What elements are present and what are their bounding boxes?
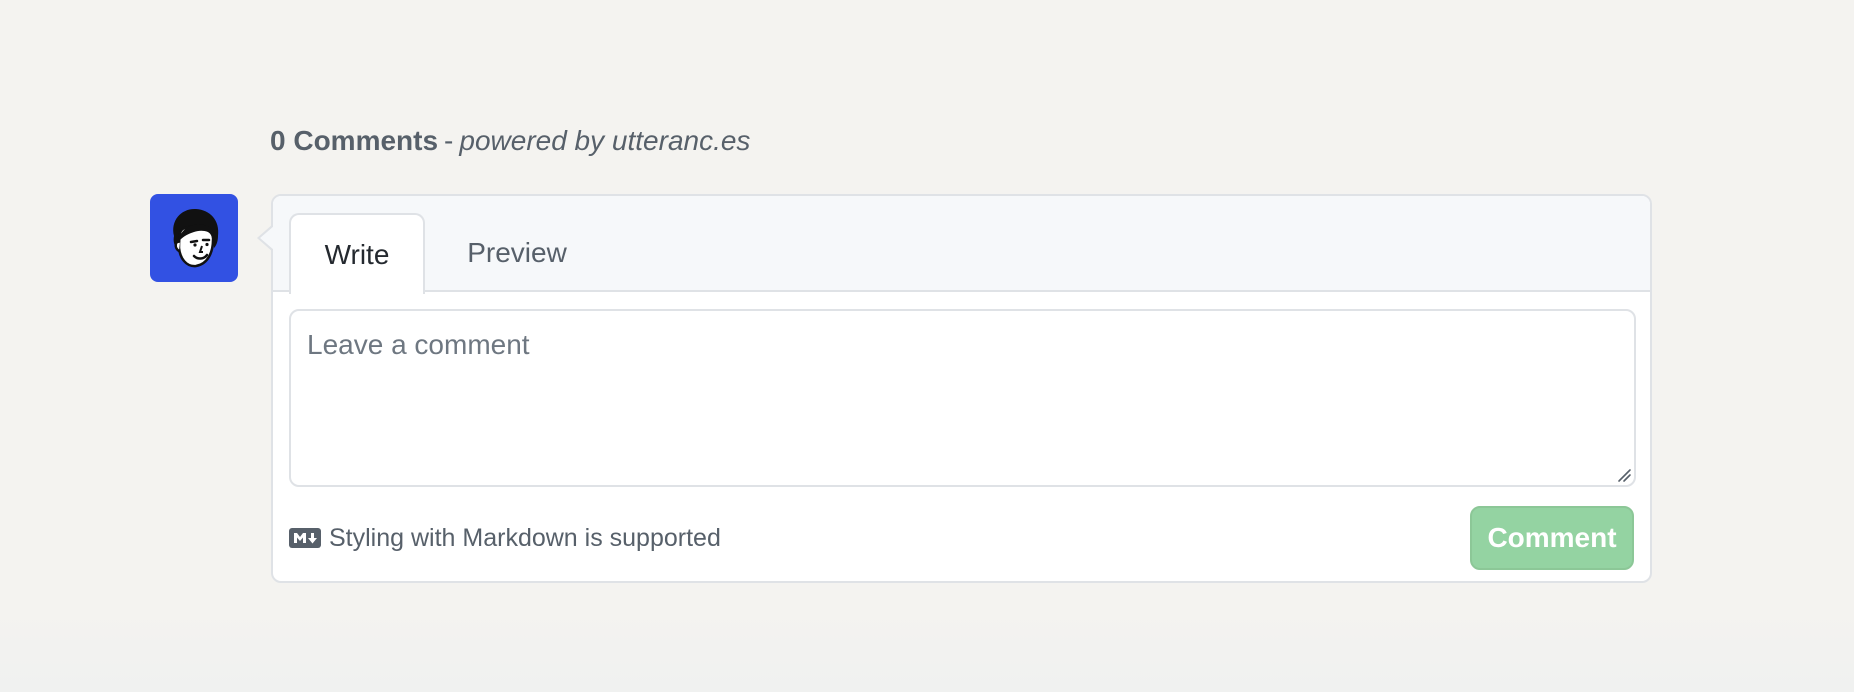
comment-button[interactable]: Comment: [1470, 506, 1634, 570]
editor-tabbar: Write Preview: [273, 196, 1650, 294]
tab-write[interactable]: Write: [289, 213, 425, 294]
comment-editor-card: Write Preview Styling with Markdown is s…: [257, 194, 1652, 583]
user-avatar-face-icon: [173, 208, 219, 268]
comment-textarea-container: [289, 309, 1636, 487]
comments-header: 0 Comments - powered by utteranc.es: [270, 123, 750, 159]
comment-count: 0 Comments: [270, 125, 439, 156]
tab-preview[interactable]: Preview: [433, 213, 601, 292]
markdown-note-text: Styling with Markdown is supported: [329, 524, 721, 552]
markdown-icon[interactable]: [289, 528, 321, 548]
user-avatar[interactable]: [150, 194, 238, 282]
resize-handle-icon[interactable]: [1616, 467, 1632, 483]
powered-by-text: powered by utteranc.es: [459, 125, 751, 156]
markdown-note: Styling with Markdown is supported: [289, 522, 721, 554]
comment-textarea[interactable]: [289, 309, 1636, 487]
header-separator: -: [444, 125, 454, 156]
card-pointer-inner: [260, 226, 274, 250]
